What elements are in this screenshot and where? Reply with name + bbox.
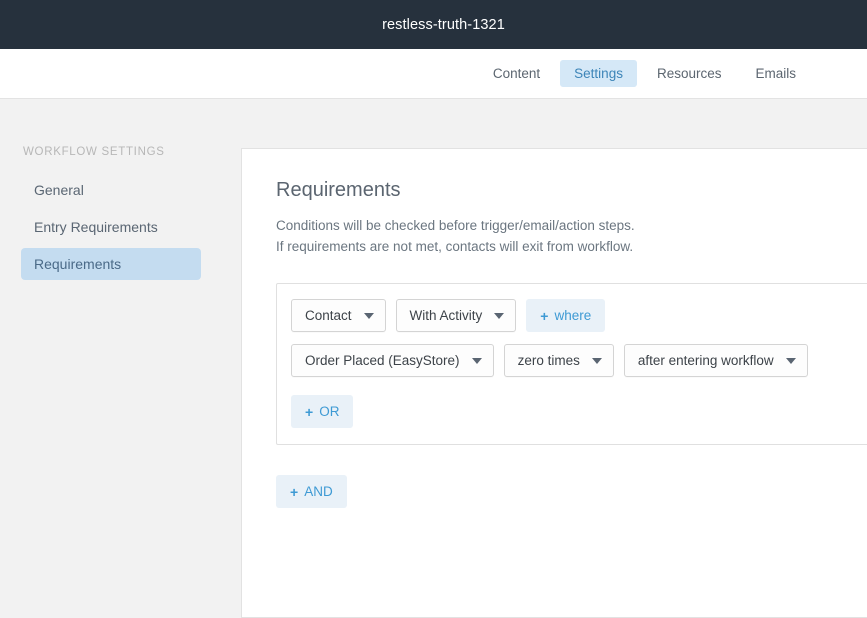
sidebar-item-requirements[interactable]: Requirements	[21, 248, 201, 280]
predicate-dropdown-label: With Activity	[409, 308, 483, 323]
settings-sidebar: WORKFLOW SETTINGS General Entry Requirem…	[0, 99, 222, 285]
chevron-down-icon	[591, 357, 602, 364]
body-area: WORKFLOW SETTINGS General Entry Requirem…	[0, 99, 867, 618]
description-line-1: Conditions will be checked before trigge…	[276, 218, 635, 233]
add-where-button[interactable]: + where	[526, 299, 606, 332]
condition-group-card: Contact With Activity + where Order Plac…	[276, 283, 867, 445]
add-and-label: AND	[304, 484, 333, 499]
predicate-dropdown[interactable]: With Activity	[395, 299, 517, 332]
add-and-condition-button[interactable]: + AND	[276, 475, 347, 508]
page-title: Requirements	[276, 179, 401, 201]
sidebar-heading: WORKFLOW SETTINGS	[23, 146, 165, 158]
count-dropdown-label: zero times	[517, 353, 580, 368]
plus-icon: +	[290, 483, 299, 500]
chevron-down-icon	[785, 357, 796, 364]
subject-dropdown-label: Contact	[305, 308, 352, 323]
add-or-condition-button[interactable]: + OR	[291, 395, 354, 428]
tab-resources[interactable]: Resources	[643, 60, 736, 87]
add-or-label: OR	[319, 404, 340, 419]
tab-content[interactable]: Content	[479, 60, 554, 87]
timeframe-dropdown-label: after entering workflow	[637, 353, 774, 368]
sidebar-item-general[interactable]: General	[21, 174, 201, 206]
primary-nav-bar: Content Settings Resources Emails	[0, 49, 867, 99]
chevron-down-icon	[363, 312, 374, 319]
activity-dropdown-label: Order Placed (EasyStore)	[305, 353, 460, 368]
sidebar-item-entry-requirements[interactable]: Entry Requirements	[21, 211, 201, 243]
count-dropdown[interactable]: zero times	[503, 344, 614, 377]
or-button-wrapper: + OR	[291, 395, 867, 428]
condition-row-1: Contact With Activity + where	[291, 299, 867, 332]
app-header: restless-truth-1321	[0, 0, 867, 49]
description-line-2: If requirements are not met, contacts wi…	[276, 239, 634, 254]
tab-settings[interactable]: Settings	[560, 60, 637, 87]
add-where-label: where	[554, 308, 592, 323]
chevron-down-icon	[471, 357, 482, 364]
and-button-wrapper: + AND	[276, 475, 867, 508]
tab-emails[interactable]: Emails	[741, 60, 810, 87]
plus-icon: +	[540, 307, 549, 324]
chevron-down-icon	[494, 312, 505, 319]
subject-dropdown[interactable]: Contact	[291, 299, 386, 332]
timeframe-dropdown[interactable]: after entering workflow	[623, 344, 808, 377]
plus-icon: +	[305, 403, 314, 420]
requirements-panel: Requirements Conditions will be checked …	[241, 148, 867, 618]
condition-row-2: Order Placed (EasyStore) zero times afte…	[291, 344, 867, 377]
workflow-title: restless-truth-1321	[382, 16, 505, 33]
activity-dropdown[interactable]: Order Placed (EasyStore)	[291, 344, 494, 377]
